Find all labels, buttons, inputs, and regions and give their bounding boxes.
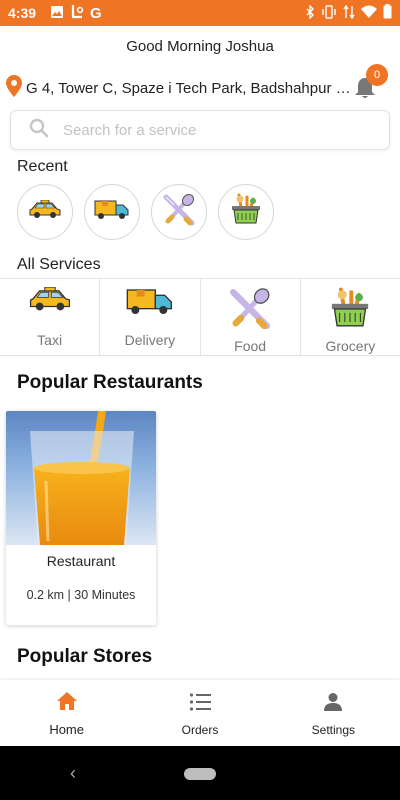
delivery-icon [94,199,130,226]
location-text[interactable]: G 4, Tower C, Spaze i Tech Park, Badshah… [26,80,351,97]
food-icon [162,193,196,232]
restaurant-meta: 0.2 km | 30 Minutes [26,588,136,602]
bluetooth-icon [305,3,315,22]
notification-badge: 0 [366,64,388,86]
system-navigation-bar: ‹ [0,746,400,800]
service-grocery[interactable]: Grocery [301,279,400,355]
home-pill[interactable] [184,768,216,780]
all-services-heading: All Services [17,256,101,273]
taxi-icon [28,286,72,318]
search-input[interactable] [63,121,363,139]
popular-stores-heading: Popular Stores [17,646,153,667]
taxi-icon [28,199,62,225]
popular-restaurants-heading: Popular Restaurants [17,372,203,393]
grocery-icon [328,287,372,336]
nav-settings-label: Settings [311,722,355,737]
battery-icon [383,4,392,22]
nav-home-label: Home [49,722,84,737]
service-delivery[interactable]: Delivery [100,279,201,355]
data-icon [343,4,355,22]
status-time: 4:39 [8,5,37,21]
search-bar[interactable] [10,110,390,150]
google-icon: G [90,4,102,22]
recent-food-button[interactable] [151,184,207,240]
restaurant-image [6,411,156,545]
list-icon [189,692,211,717]
recent-taxi-button[interactable] [17,184,73,240]
notification-button[interactable]: 0 [350,64,388,102]
home-icon [56,691,78,716]
nav-home[interactable]: Home [0,680,133,746]
search-icon [29,118,49,143]
recent-grocery-button[interactable] [218,184,274,240]
restaurant-name: Restaurant [46,553,116,569]
back-icon[interactable]: ‹ [70,763,76,784]
greeting-text: Good Morning Joshua [126,38,274,55]
recent-list [17,184,274,240]
food-icon [228,287,272,336]
services-grid: Taxi Delivery Food Grocery [0,278,400,356]
restaurant-card[interactable]: Restaurant 0.2 km | 30 Minutes [6,411,156,625]
service-label: Delivery [124,332,176,348]
recent-heading: Recent [17,158,68,175]
status-bar: 4:39 G [0,0,400,26]
nav-orders[interactable]: Orders [133,680,266,746]
service-food[interactable]: Food [201,279,301,355]
service-label: Food [234,338,267,354]
person-icon [323,692,343,717]
location-pin-icon [6,74,22,102]
wifi-icon [361,5,377,22]
vibrate-icon [321,4,337,22]
location-row[interactable]: G 4, Tower C, Spaze i Tech Park, Badshah… [6,64,396,102]
grocery-icon [229,193,263,232]
app-icon [70,4,84,23]
service-taxi[interactable]: Taxi [0,279,101,355]
bottom-navigation: Home Orders Settings [0,680,400,746]
nav-orders-label: Orders [181,722,219,737]
service-label: Grocery [325,338,376,354]
nav-settings[interactable]: Settings [267,680,400,746]
image-icon [50,5,64,22]
recent-delivery-button[interactable] [84,184,140,240]
service-label: Taxi [37,332,63,348]
delivery-icon [126,287,174,322]
